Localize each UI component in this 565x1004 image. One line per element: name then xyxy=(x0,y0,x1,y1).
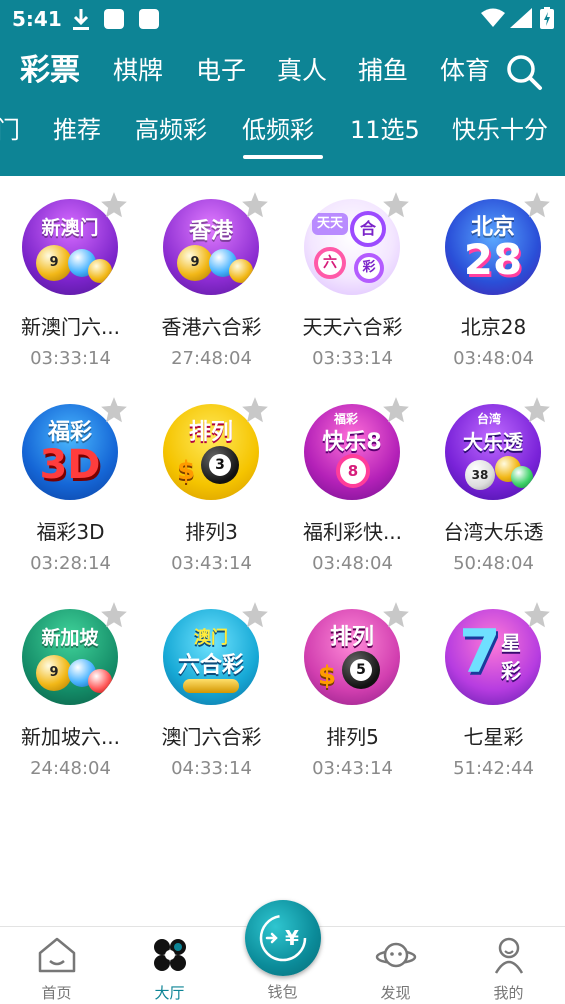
lottery-name: 香港六合彩 xyxy=(161,315,262,339)
lottery-item[interactable]: 台湾 大乐透 38 台湾大乐透 50:48:04 xyxy=(423,381,564,586)
favorite-star-icon[interactable] xyxy=(382,191,410,219)
nav-wallet-label: 钱包 xyxy=(267,983,298,1001)
tab-fishing[interactable]: 捕鱼 xyxy=(358,48,408,94)
subtab-happy-ten[interactable]: 快乐十分 xyxy=(452,108,548,152)
lobby-icon xyxy=(154,939,186,971)
lottery-item[interactable]: 北京 28 北京28 03:48:04 xyxy=(423,176,564,381)
nav-lobby[interactable]: 大厅 xyxy=(113,927,226,1004)
favorite-star-icon[interactable] xyxy=(523,191,551,219)
wallet-icon: ¥ xyxy=(259,914,307,962)
lottery-name: 福利彩快... xyxy=(302,520,403,544)
favorite-star-icon[interactable] xyxy=(523,601,551,629)
lottery-name: 台湾大乐透 xyxy=(443,520,544,544)
lottery-item[interactable]: 福彩 快乐8 8 福利彩快... 03:48:04 xyxy=(282,381,423,586)
lottery-item[interactable]: 澳门 六合彩 澳门六合彩 04:33:14 xyxy=(141,586,282,791)
favorite-star-icon[interactable] xyxy=(241,396,269,424)
lottery-name: 排列5 xyxy=(326,725,379,749)
lottery-item[interactable]: 7 星 彩 七星彩 51:42:44 xyxy=(423,586,564,791)
favorite-star-icon[interactable] xyxy=(382,601,410,629)
nav-profile[interactable]: 我的 xyxy=(452,927,565,1004)
lottery-name: 天天六合彩 xyxy=(302,315,403,339)
subtab-recommended[interactable]: 推荐 xyxy=(53,108,101,152)
subtab-high-frequency[interactable]: 高频彩 xyxy=(135,108,207,152)
subtab-low-frequency[interactable]: 低频彩 xyxy=(242,108,314,152)
download-icon xyxy=(73,9,89,30)
lottery-name: 七星彩 xyxy=(463,725,524,749)
tab-sports[interactable]: 体育 xyxy=(440,48,490,94)
lottery-countdown: 50:48:04 xyxy=(453,553,534,574)
lottery-item[interactable]: 排列 3 $ 排列3 03:43:14 xyxy=(141,381,282,586)
wifi-icon xyxy=(481,8,505,27)
tab-lottery[interactable]: 彩票 xyxy=(20,48,80,94)
svg-text:¥: ¥ xyxy=(285,926,299,950)
signal-icon xyxy=(510,8,532,28)
nav-discover[interactable]: 发现 xyxy=(339,927,452,1004)
notification-icon xyxy=(104,9,124,29)
favorite-star-icon[interactable] xyxy=(241,601,269,629)
status-bar: 5:41 xyxy=(0,0,565,38)
lottery-countdown: 03:43:14 xyxy=(171,553,252,574)
lottery-countdown: 03:43:14 xyxy=(312,758,393,779)
search-icon[interactable] xyxy=(505,53,543,91)
lottery-countdown: 27:48:04 xyxy=(171,348,252,369)
lottery-countdown: 03:48:04 xyxy=(312,553,393,574)
discover-icon xyxy=(375,942,417,968)
lottery-countdown: 03:33:14 xyxy=(30,348,111,369)
lottery-countdown: 03:33:14 xyxy=(312,348,393,369)
lottery-item[interactable]: 福彩 3D 福彩3D 03:28:14 xyxy=(0,381,141,586)
lottery-name: 新澳门六... xyxy=(20,315,121,339)
lottery-countdown: 24:48:04 xyxy=(30,758,111,779)
lottery-item[interactable]: 天天 合 六 彩 天天六合彩 03:33:14 xyxy=(282,176,423,381)
favorite-star-icon[interactable] xyxy=(382,396,410,424)
wallet-button[interactable]: ¥ xyxy=(245,900,321,976)
lottery-item[interactable]: 新澳门 9 新澳门六... 03:33:14 xyxy=(0,176,141,381)
profile-icon xyxy=(494,937,524,974)
lottery-name: 新加坡六... xyxy=(20,725,121,749)
tab-electronic[interactable]: 电子 xyxy=(196,48,246,94)
lottery-name: 澳门六合彩 xyxy=(161,725,262,749)
favorite-star-icon[interactable] xyxy=(100,601,128,629)
lottery-item[interactable]: 排列 5 $ 排列5 03:43:14 xyxy=(282,586,423,791)
lottery-item[interactable]: 香港 9 香港六合彩 27:48:04 xyxy=(141,176,282,381)
favorite-star-icon[interactable] xyxy=(523,396,551,424)
app-header: 5:41 彩票 棋牌 电子 真人 捕鱼 体育 门 推荐 高频彩 低频彩 11选5… xyxy=(0,0,565,176)
subcategory-tabs: 门 推荐 高频彩 低频彩 11选5 快乐十分 xyxy=(0,108,565,168)
lottery-countdown: 51:42:44 xyxy=(453,758,534,779)
subtab-11-choose-5[interactable]: 11选5 xyxy=(350,108,420,152)
notification-icon xyxy=(139,9,159,29)
battery-icon xyxy=(540,7,554,29)
favorite-star-icon[interactable] xyxy=(100,191,128,219)
nav-home[interactable]: 首页 xyxy=(0,927,113,1004)
category-tabs: 彩票 棋牌 电子 真人 捕鱼 体育 xyxy=(0,44,565,96)
favorite-star-icon[interactable] xyxy=(241,191,269,219)
subtab-partial[interactable]: 门 xyxy=(0,108,20,152)
active-tab-indicator xyxy=(243,155,323,159)
lottery-countdown: 03:28:14 xyxy=(30,553,111,574)
lottery-countdown: 04:33:14 xyxy=(171,758,252,779)
lottery-countdown: 03:48:04 xyxy=(453,348,534,369)
home-icon xyxy=(38,937,76,973)
favorite-star-icon[interactable] xyxy=(100,396,128,424)
lottery-name: 北京28 xyxy=(460,315,527,339)
lottery-name: 排列3 xyxy=(185,520,238,544)
lottery-item[interactable]: 新加坡 9 新加坡六... 24:48:04 xyxy=(0,586,141,791)
tab-chess[interactable]: 棋牌 xyxy=(113,48,163,94)
status-time: 5:41 xyxy=(12,7,62,31)
tab-live[interactable]: 真人 xyxy=(277,48,327,94)
lottery-name: 福彩3D xyxy=(36,520,105,544)
